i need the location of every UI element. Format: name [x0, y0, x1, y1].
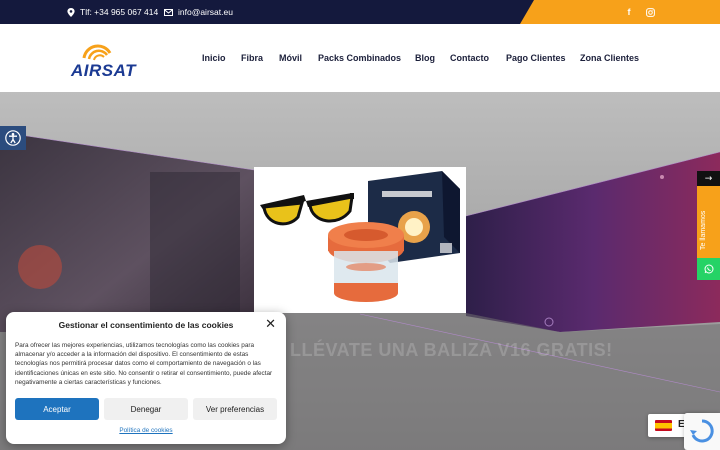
- close-icon[interactable]: ✕: [265, 318, 276, 332]
- location-pin-icon: [67, 7, 75, 17]
- whatsapp-button[interactable]: [697, 258, 720, 280]
- email-contact[interactable]: info@airsat.eu: [164, 0, 233, 24]
- accept-cookies-button[interactable]: Aceptar: [15, 398, 99, 420]
- nav-fibra[interactable]: Fibra: [241, 48, 263, 68]
- envelope-icon: [164, 8, 173, 16]
- site-header: AIRSAT Inicio Fibra Móvil Packs Combinad…: [0, 24, 720, 92]
- callback-button[interactable]: Te llamamos: [697, 186, 720, 258]
- hero-headline: LLÉVATE UNA BALIZA V16 GRATIS!: [290, 340, 613, 360]
- top-bar: Tlf: +34 965 067 414 info@airsat.eu f: [0, 0, 720, 24]
- product-image: [254, 167, 466, 313]
- deny-cookies-button[interactable]: Denegar: [104, 398, 188, 420]
- nav-pago-clientes[interactable]: Pago Clientes: [506, 48, 566, 68]
- cookie-consent-dialog: Gestionar el consentimiento de las cooki…: [6, 312, 286, 444]
- sunglasses-image: [260, 193, 354, 226]
- whatsapp-icon: [704, 264, 713, 274]
- recaptcha-badge[interactable]: [684, 413, 720, 450]
- accessibility-icon: [5, 130, 21, 146]
- airsat-logo[interactable]: AIRSAT: [70, 39, 146, 80]
- top-bar-accent: [520, 0, 720, 24]
- nav-movil[interactable]: Móvil: [279, 48, 302, 68]
- nav-blog[interactable]: Blog: [415, 48, 435, 68]
- nav-inicio[interactable]: Inicio: [202, 48, 226, 68]
- cookie-dialog-title: Gestionar el consentimiento de las cooki…: [58, 320, 234, 330]
- nav-zona-clientes[interactable]: Zona Clientes: [580, 48, 639, 68]
- view-preferences-button[interactable]: Ver preferencias: [193, 398, 277, 420]
- instagram-icon[interactable]: [643, 5, 657, 19]
- nav-contacto[interactable]: Contacto: [450, 48, 489, 68]
- email-text: info@airsat.eu: [178, 7, 233, 17]
- svg-text:AIRSAT: AIRSAT: [70, 61, 137, 79]
- recaptcha-icon: [690, 419, 714, 443]
- nav-packs-combinados[interactable]: Packs Combinados: [318, 48, 401, 68]
- cookie-policy-link[interactable]: Política de cookies: [6, 427, 286, 434]
- side-widget-toggle[interactable]: →: [697, 171, 720, 186]
- cookie-dialog-text: Para ofrecer las mejores experiencias, u…: [15, 342, 273, 386]
- facebook-icon[interactable]: f: [622, 5, 636, 19]
- beacon-light-image: [328, 222, 404, 302]
- phone-text: Tlf: +34 965 067 414: [80, 7, 159, 17]
- callback-label: Te llamamos: [700, 210, 707, 250]
- spain-flag-icon: [655, 420, 672, 431]
- accessibility-button[interactable]: [0, 126, 26, 150]
- phone-contact[interactable]: Tlf: +34 965 067 414: [67, 0, 158, 24]
